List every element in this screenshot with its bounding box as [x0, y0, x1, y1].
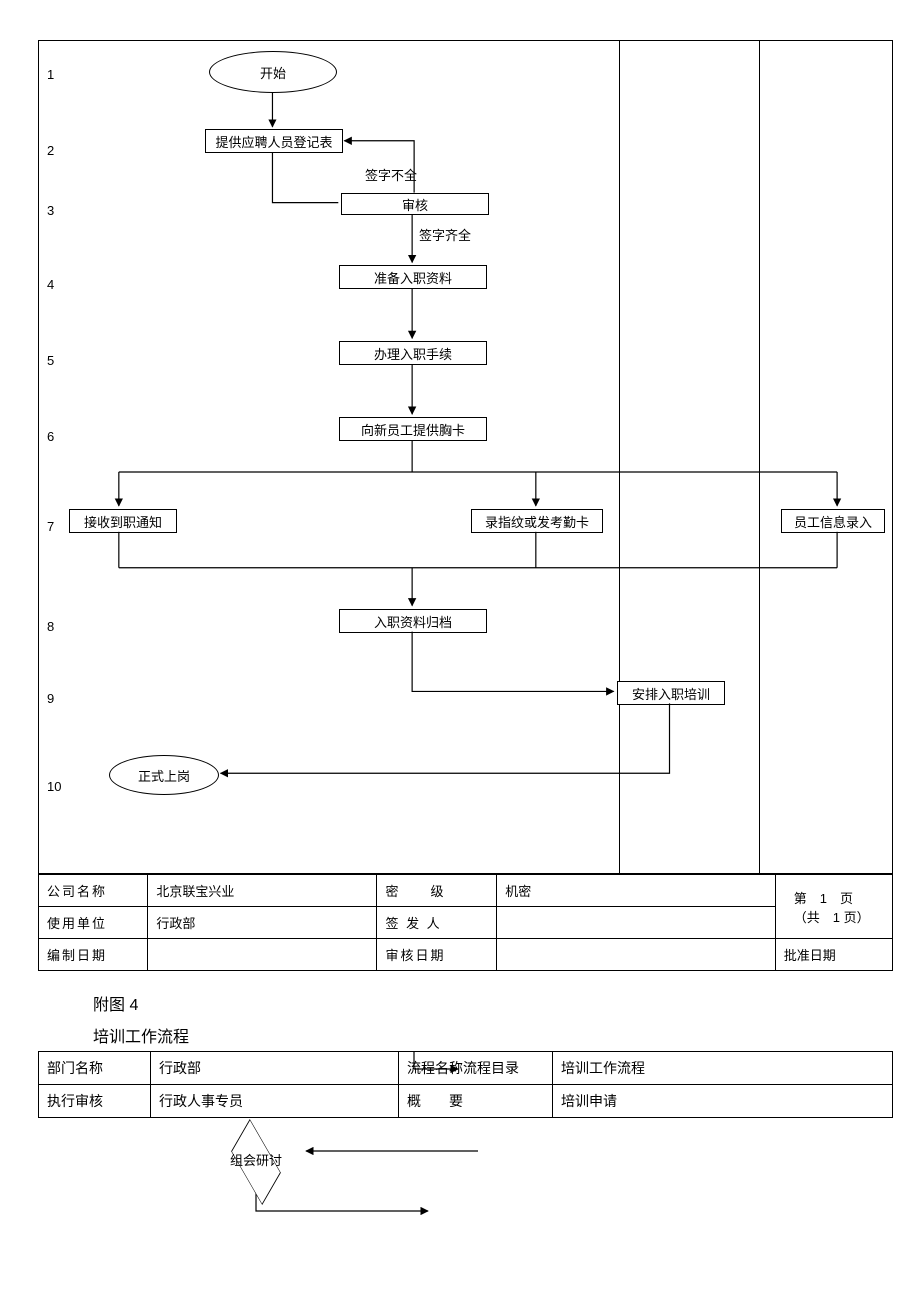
row-num: 8: [47, 619, 54, 634]
end-label: 正式上岗: [138, 766, 190, 785]
node-label: 员工信息录入: [794, 512, 872, 531]
node-label: 录指纹或发考勤卡: [485, 512, 589, 531]
row-num: 3: [47, 203, 54, 218]
row-num: 7: [47, 519, 54, 534]
t2-flow-value: 培训工作流程: [553, 1052, 893, 1085]
node-archive: 入职资料归档: [339, 609, 487, 633]
node-prepare-docs: 准备入职资料: [339, 265, 487, 289]
node-onboard-procedure: 办理入职手续: [339, 341, 487, 365]
t2-summary-label: 概 要: [399, 1085, 553, 1118]
meta-company-value: 北京联宝兴业: [148, 875, 377, 907]
row-num: 9: [47, 691, 54, 706]
node-label: 接收到职通知: [84, 512, 162, 531]
node-label: 准备入职资料: [374, 268, 452, 287]
row-num: 10: [47, 779, 61, 794]
meta-table: 公司名称 北京联宝兴业 密 级 机密 第 1 页 （共 1 页） 使用单位 行政…: [38, 874, 893, 971]
row-num: 1: [47, 67, 54, 82]
node-receive-notice: 接收到职通知: [69, 509, 177, 533]
meta-dept-value: 行政部: [148, 907, 377, 939]
diamond-node: 组会研讨: [208, 1136, 304, 1188]
flowchart-arrows: [39, 41, 892, 873]
meta-secret-value: 机密: [497, 875, 776, 907]
end-node: 正式上岗: [109, 755, 219, 795]
t2-exec-value: 行政人事专员: [151, 1085, 399, 1118]
row-num: 5: [47, 353, 54, 368]
diamond-label: 组会研讨: [208, 1150, 304, 1169]
node-badge: 向新员工提供胸卡: [339, 417, 487, 441]
t2-summary-value: 培训申请: [553, 1085, 893, 1118]
flowchart-container: 1 2 3 4 5 6 7 8 9 10 开始 提供应聘人员登记表 审核 签字不…: [38, 40, 893, 874]
start-node: 开始: [209, 51, 337, 93]
node-label: 向新员工提供胸卡: [361, 420, 465, 439]
t2-exec-label: 执行审核: [39, 1085, 151, 1118]
node-label: 入职资料归档: [374, 612, 452, 631]
node-fingerprint: 录指纹或发考勤卡: [471, 509, 603, 533]
node-label: 提供应聘人员登记表: [215, 132, 332, 151]
meta-review-date-label: 审核日期: [377, 939, 497, 971]
meta-dept-label: 使用单位: [39, 907, 148, 939]
label-incomplete: 签字不全: [365, 165, 417, 184]
t2-dept-label: 部门名称: [39, 1052, 151, 1085]
node-register-form: 提供应聘人员登记表: [205, 129, 343, 153]
meta-compile-date-label: 编制日期: [39, 939, 148, 971]
row-num: 4: [47, 277, 54, 292]
training-header-table: 部门名称 行政部 流程名称流程目录 培训工作流程 执行审核 行政人事专员 概 要…: [38, 1051, 893, 1118]
meta-secret-label: 密 级: [377, 875, 497, 907]
figure-title: 培训工作流程: [93, 1023, 885, 1047]
training-table-container: 部门名称 行政部 流程名称流程目录 培训工作流程 执行审核 行政人事专员 概 要…: [38, 1051, 893, 1118]
row-num: 2: [47, 143, 54, 158]
node-audit: 审核: [341, 193, 489, 215]
attachment-title: 附图 4: [93, 991, 885, 1015]
node-label: 安排入职培训: [632, 684, 710, 703]
t2-dept-value: 行政部: [151, 1052, 399, 1085]
t2-flow-label: 流程名称流程目录: [399, 1052, 553, 1085]
node-label: 办理入职手续: [374, 344, 452, 363]
node-employee-info: 员工信息录入: [781, 509, 885, 533]
node-training: 安排入职培训: [617, 681, 725, 705]
meta-sign-label: 签 发 人: [377, 907, 497, 939]
label-complete: 签字齐全: [419, 225, 471, 244]
start-label: 开始: [260, 63, 286, 82]
meta-company-label: 公司名称: [39, 875, 148, 907]
row-num: 6: [47, 429, 54, 444]
meta-page-info: 第 1 页 （共 1 页）: [775, 875, 892, 939]
meta-approve-date-label: 批准日期: [784, 948, 836, 963]
node-label: 审核: [402, 195, 428, 214]
